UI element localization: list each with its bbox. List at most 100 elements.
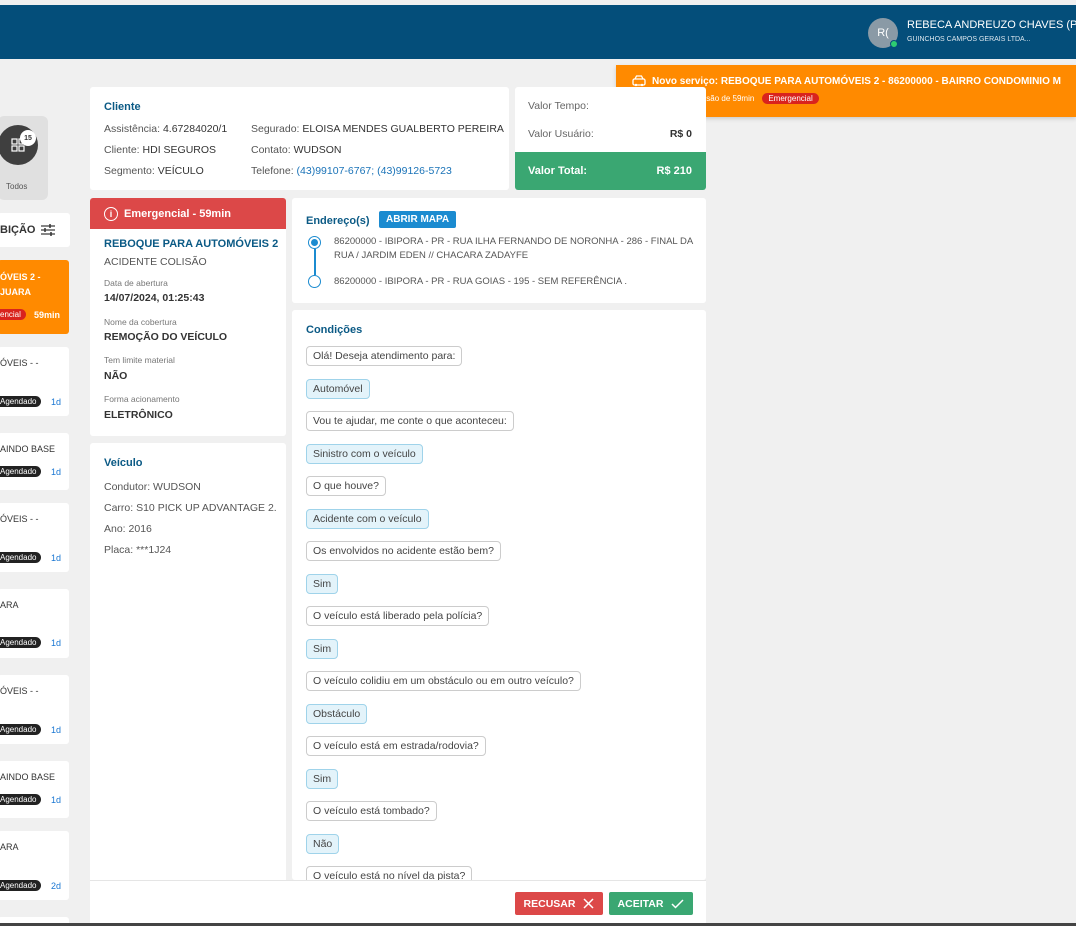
- chat-question: Os envolvidos no acidente estão bem?: [306, 541, 501, 561]
- display-options-button[interactable]: BIÇÃO: [0, 213, 70, 247]
- service-item-time: 1d: [51, 725, 62, 735]
- close-icon: [583, 898, 594, 909]
- service-item-time: 59min: [34, 310, 61, 320]
- accept-label: ACEITAR: [617, 897, 664, 910]
- service-item-tag: Agendado: [0, 794, 42, 805]
- phone-label: Telefone:: [251, 165, 294, 177]
- chat-answer: Não: [306, 834, 340, 854]
- filter-count-badge: 15: [20, 130, 36, 146]
- service-reason: ACIDENTE COLISÃO: [104, 256, 207, 268]
- service-list-item[interactable]: AINDO BASE Agendado 1d: [0, 761, 69, 818]
- insured-label: Segurado:: [251, 123, 300, 135]
- accept-button[interactable]: ACEITAR: [609, 892, 693, 915]
- service-list-item[interactable]: ARA Agendado 1d: [0, 589, 69, 658]
- values-panel: Valor Tempo: Valor Usuário: R$ 0 Valor T…: [515, 87, 706, 190]
- service-item-title: ARA: [0, 842, 19, 852]
- service-item-title: ÓVEIS 2 -: [0, 272, 41, 282]
- conditions-panel: Condições Olá! Deseja atendimento para: …: [292, 310, 706, 880]
- chat-question: O veículo colidiu em um obstáculo ou em …: [306, 671, 581, 691]
- client-panel: Cliente Assistência: 4.67284020/1 Client…: [90, 87, 509, 190]
- phone-link[interactable]: (43)99107-6767; (43)99126-5723: [297, 165, 452, 177]
- service-list-item[interactable]: ÓVEIS - - Agendado 1d: [0, 675, 69, 744]
- open-map-button[interactable]: ABRIR MAPA: [379, 211, 457, 228]
- service-item-time: 2d: [51, 881, 62, 891]
- grid-filter-button[interactable]: 15: [0, 125, 38, 165]
- destination-address: 86200000 - IBIPORA - PR - RUA GOIAS - 19…: [334, 276, 628, 287]
- user-company: GUINCHOS CAMPOS GERAIS LTDA...: [907, 36, 1031, 43]
- service-item-tag: Agendado: [0, 724, 42, 735]
- service-list-item[interactable]: ÓVEIS - - Agendado 1d: [0, 503, 69, 572]
- service-item-tag: encial: [0, 309, 26, 320]
- service-item-tag: Agendado: [0, 466, 42, 477]
- emergency-status: Emergencial - 59min: [124, 207, 231, 220]
- service-name: REBOQUE PARA AUTOMÓVEIS 2: [104, 238, 279, 250]
- opening-date: 14/07/2024, 01:25:43: [104, 292, 205, 304]
- service-list-item[interactable]: ÓVEIS - - Agendado 1d: [0, 347, 69, 416]
- service-item-tag: Agendado: [0, 552, 42, 563]
- chat-answer: Obstáculo: [306, 704, 368, 724]
- service-item-time: 1d: [51, 553, 62, 563]
- chat-answer: Acidente com o veículo: [306, 509, 429, 529]
- opening-date-label: Data de abertura: [104, 278, 168, 288]
- check-icon: [671, 898, 684, 909]
- filter-label: Todos: [6, 182, 28, 191]
- chat-answer: Automóvel: [306, 379, 370, 399]
- service-item-title: ÓVEIS - -: [0, 358, 39, 368]
- vehicle-panel: Veículo Condutor: WUDSON Carro: S10 PICK…: [90, 443, 286, 883]
- display-options-label: BIÇÃO: [0, 224, 36, 236]
- chat-question: O veículo está tombado?: [306, 801, 437, 821]
- service-list-item[interactable]: AINDO BASE Agendado 1d: [0, 433, 69, 490]
- time-value-label: Valor Tempo:: [528, 100, 589, 112]
- vehicle-car: Carro: S10 PICK UP ADVANTAGE 2.: [104, 502, 277, 514]
- info-icon: i: [104, 206, 118, 221]
- service-list-item[interactable]: ÓVEIS 2 - JUARA encial 59min: [0, 260, 69, 334]
- chat-answer: Sim: [306, 769, 339, 789]
- contact-label: Contato:: [251, 144, 291, 156]
- avatar[interactable]: R(: [868, 18, 898, 48]
- contact-value: WUDSON: [293, 144, 342, 156]
- service-item-time: 1d: [51, 467, 62, 477]
- total-value-bar: Valor Total: R$ 210: [515, 152, 706, 190]
- vehicle-title: Veículo: [104, 457, 143, 469]
- service-item-title: ARA: [0, 600, 19, 610]
- chat-question: O veículo está liberado pela polícia?: [306, 606, 490, 626]
- sliders-icon: [41, 224, 56, 236]
- emergency-status-header: i Emergencial - 59min: [90, 198, 286, 229]
- route-line: [314, 249, 316, 275]
- coverage-value: REMOÇÃO DO VEÍCULO: [104, 331, 228, 343]
- service-item-tag: Agendado: [0, 396, 42, 407]
- client-title: Cliente: [104, 101, 141, 113]
- vehicle-year: Ano: 2016: [104, 523, 152, 535]
- service-list-item[interactable]: ARA Agendado 2d: [0, 831, 69, 900]
- material-limit-value: NÃO: [104, 370, 128, 382]
- reject-label: RECUSAR: [523, 897, 576, 910]
- user-value-label: Valor Usuário:: [528, 128, 594, 140]
- notification-title: Novo serviço: REBOQUE PARA AUTOMÓVEIS 2 …: [652, 75, 1061, 87]
- user-name[interactable]: REBECA ANDREUZO CHAVES (POR: [907, 19, 1076, 31]
- segment-label: Segmento:: [104, 165, 155, 177]
- service-item-time: 1d: [51, 795, 62, 805]
- client-label: Cliente:: [104, 144, 140, 156]
- chat-question: Olá! Deseja atendimento para:: [306, 346, 463, 366]
- conditions-title: Condições: [306, 324, 363, 336]
- address-panel: Endereço(s) ABRIR MAPA 86200000 - IBIPOR…: [292, 198, 706, 303]
- vehicle-driver: Condutor: WUDSON: [104, 481, 201, 493]
- total-value-label: Valor Total:: [528, 165, 588, 177]
- service-item-title: AINDO BASE: [0, 444, 56, 454]
- total-value: R$ 210: [656, 165, 692, 177]
- coverage-label: Nome da cobertura: [104, 317, 177, 327]
- segment-value: VEÍCULO: [157, 165, 204, 177]
- trigger-method-label: Forma acionamento: [104, 394, 180, 404]
- client-value: HDI SEGUROS: [142, 144, 217, 156]
- filter-all[interactable]: 15 Todos: [0, 116, 48, 200]
- trigger-method-value: ELETRÔNICO: [104, 409, 173, 421]
- reject-button[interactable]: RECUSAR: [515, 892, 603, 915]
- service-item-title: AINDO BASE: [0, 772, 56, 782]
- avatar-initials: R(: [877, 27, 889, 39]
- chat-answer: Sim: [306, 574, 339, 594]
- chat-question: Vou te ajudar, me conte o que aconteceu:: [306, 411, 514, 431]
- origin-pin-icon: [308, 236, 321, 249]
- user-value: R$ 0: [669, 128, 692, 140]
- chat-answer: Sim: [306, 639, 339, 659]
- service-item-time: 1d: [51, 397, 62, 407]
